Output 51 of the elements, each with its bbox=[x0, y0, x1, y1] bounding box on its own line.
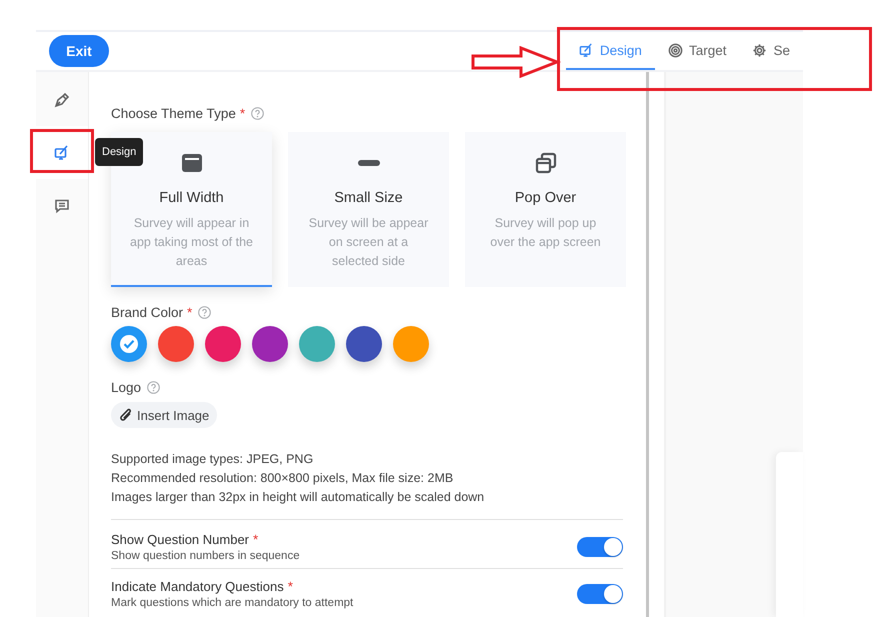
insert-image-button[interactable]: Insert Image bbox=[111, 402, 218, 428]
color-swatch[interactable] bbox=[158, 326, 194, 362]
target-icon bbox=[668, 42, 683, 58]
paperclip-icon bbox=[119, 407, 133, 423]
toggle-switch[interactable] bbox=[577, 584, 623, 604]
color-swatch[interactable] bbox=[252, 326, 288, 362]
stacked-windows-icon bbox=[534, 152, 556, 174]
tooltip: Design bbox=[95, 138, 144, 166]
annotation-box bbox=[30, 129, 94, 173]
required-mark: * bbox=[240, 106, 246, 121]
required-mark: * bbox=[253, 532, 258, 547]
tab[interactable]: Se bbox=[739, 32, 803, 70]
window-icon bbox=[180, 153, 202, 173]
setting-title: Indicate Mandatory Questions bbox=[111, 579, 284, 594]
help-icon[interactable] bbox=[147, 381, 160, 394]
toggle-switch[interactable] bbox=[577, 537, 623, 557]
required-mark: * bbox=[288, 579, 293, 594]
bar-icon bbox=[358, 160, 380, 166]
monitor-brush-icon bbox=[54, 144, 70, 160]
setting-description: Mark questions which are mandatory to attempt bbox=[111, 597, 354, 609]
color-swatch[interactable] bbox=[393, 326, 429, 362]
monitor-brush-icon bbox=[578, 42, 594, 58]
color-swatch[interactable] bbox=[111, 326, 147, 362]
settings-icon bbox=[752, 42, 768, 58]
option-title: Small Size bbox=[334, 190, 403, 206]
theme-option-card[interactable]: Pop Over Survey will pop up over the app screen bbox=[465, 132, 626, 287]
option-title: Full Width bbox=[159, 190, 224, 206]
pen-nib-icon bbox=[54, 92, 70, 108]
setting-title: Show Question Number bbox=[111, 532, 250, 547]
option-description: Survey will appear in app taking most of the areas bbox=[129, 215, 254, 270]
help-text: Images larger than 32px in height will automatically be scaled down bbox=[111, 489, 486, 506]
chat-icon bbox=[54, 198, 70, 214]
option-description: Survey will pop up over the app screen bbox=[489, 215, 602, 251]
option-title: Pop Over bbox=[514, 190, 576, 206]
check-icon bbox=[119, 334, 139, 354]
section-label: Choose Theme Type bbox=[111, 106, 236, 121]
exit-button[interactable]: Exit bbox=[49, 35, 109, 67]
setting-description: Show question numbers in sequence bbox=[111, 550, 301, 562]
theme-option-card[interactable]: Small Size Survey will be appear on screen at a selected side bbox=[288, 132, 449, 287]
color-swatch[interactable] bbox=[205, 326, 241, 362]
help-text: Supported image types: JPEG, PNG bbox=[111, 451, 314, 468]
tab[interactable]: Target bbox=[654, 32, 740, 70]
required-mark: * bbox=[187, 305, 192, 320]
section-label: Logo bbox=[111, 380, 142, 395]
section-label: Brand Color bbox=[111, 305, 184, 320]
help-icon[interactable] bbox=[251, 107, 264, 120]
help-text: Recommended resolution: 800×800 pixels, Max file size: 2MB bbox=[111, 470, 454, 487]
color-swatch[interactable] bbox=[346, 326, 382, 362]
help-icon[interactable] bbox=[198, 306, 212, 319]
option-description: Survey will be appear on screen at a selected side bbox=[308, 215, 430, 270]
color-swatch[interactable] bbox=[299, 326, 335, 362]
